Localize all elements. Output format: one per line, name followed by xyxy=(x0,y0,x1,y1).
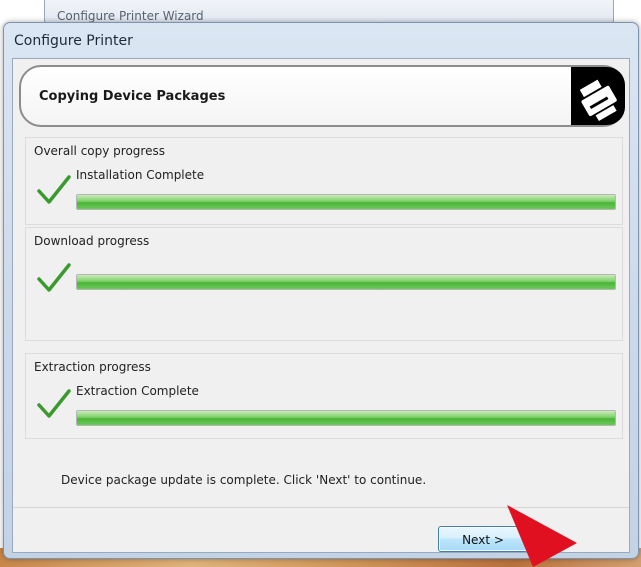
extraction-progress-group: Extraction progress Extraction Complete xyxy=(25,353,623,439)
configure-printer-dialog: Configure Printer Copying Device Package… xyxy=(3,22,639,559)
checkmark-icon xyxy=(37,389,71,418)
dialog-title: Configure Printer xyxy=(14,33,133,49)
dialog-client-area: Copying Device Packages Overall copy pro… xyxy=(12,58,630,553)
status-installation-complete: Installation Complete xyxy=(76,168,205,182)
download-progress-group: Download progress xyxy=(25,227,623,341)
group-label-overall-copy: Overall copy progress xyxy=(34,144,165,158)
extraction-progress-bar xyxy=(76,410,616,426)
overall-copy-progress-group: Overall copy progress Installation Compl… xyxy=(25,137,623,225)
overall-copy-progress-bar xyxy=(76,194,616,210)
header-banner: Copying Device Packages xyxy=(19,65,625,127)
printer-icon xyxy=(571,67,625,125)
group-label-download: Download progress xyxy=(34,234,150,248)
checkmark-icon xyxy=(37,175,71,204)
status-extraction-complete: Extraction Complete xyxy=(76,384,199,398)
progress-fill xyxy=(77,411,615,425)
checkmark-icon xyxy=(37,263,71,292)
group-label-extraction: Extraction progress xyxy=(34,360,151,374)
red-arrow-pointer xyxy=(507,505,577,567)
header-title: Copying Device Packages xyxy=(39,89,226,104)
download-progress-bar xyxy=(76,274,616,290)
progress-fill xyxy=(77,275,615,289)
background-window-title: Configure Printer Wizard xyxy=(57,9,204,23)
completion-message: Device package update is complete. Click… xyxy=(61,473,427,487)
progress-fill xyxy=(77,195,615,209)
